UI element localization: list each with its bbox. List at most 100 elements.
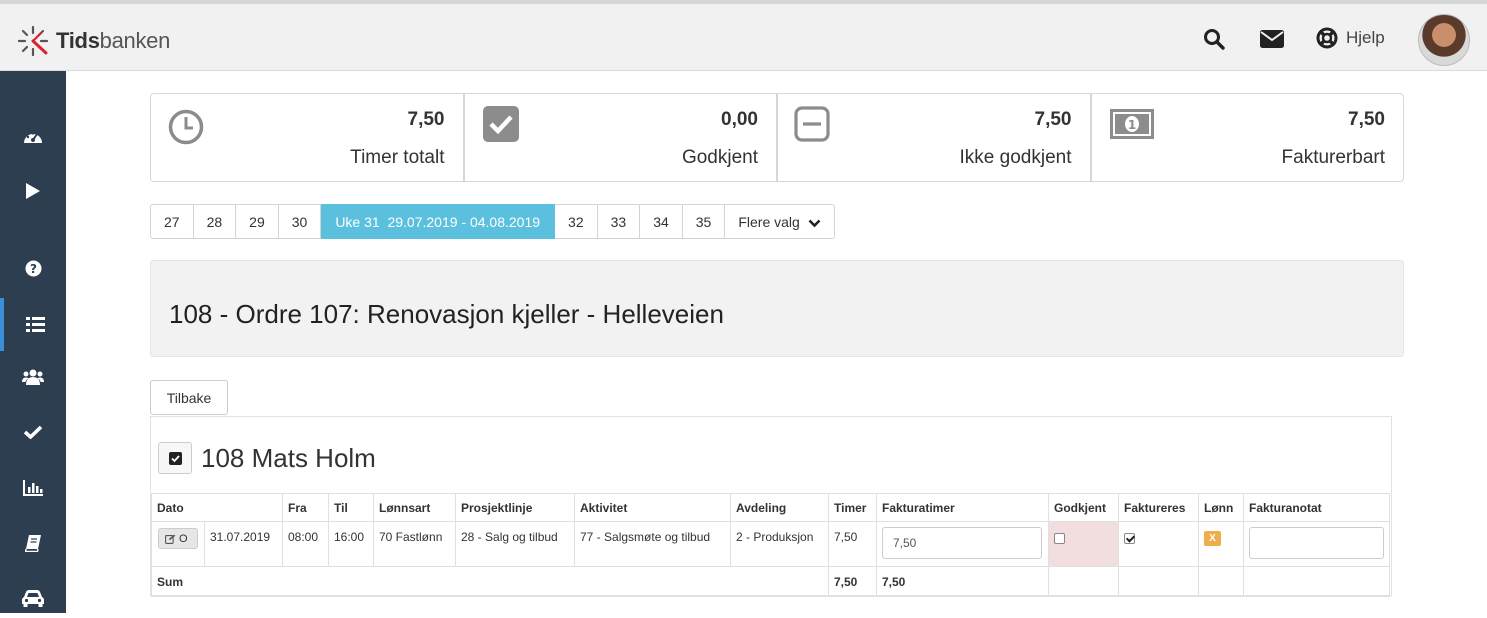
employee-panel: 108 Mats Holm Dato Fra Til Lønnsart Pros… [150,416,1392,597]
col-header[interactable]: Til [328,493,374,522]
week-button[interactable]: 35 [682,204,726,239]
edit-entry-button[interactable]: O [158,528,198,549]
salary-status-badge[interactable]: X [1204,531,1221,546]
invoiced-checkbox[interactable] [1124,533,1135,544]
list-icon [25,317,45,332]
cell-salary: X [1198,521,1244,567]
stat-value: 0,00 [721,109,758,130]
svg-text:?: ? [30,262,37,276]
week-button[interactable]: 28 [193,204,237,239]
book-icon [25,534,41,552]
help-icon: ? [25,260,41,276]
help-button[interactable]: Hjelp [1316,27,1385,49]
search-button[interactable] [1203,28,1225,55]
summary-stats: 7,50 Timer totalt 0,00 Godkjent 7,50 Ikk… [150,93,1404,182]
week-button[interactable]: 33 [597,204,641,239]
bar-chart-icon [23,480,43,496]
sidebar-item-reports[interactable] [0,468,66,508]
money-icon: 1 [1109,109,1154,139]
cell-department: 2 - Produksjon [730,521,829,567]
week-button[interactable]: 34 [640,204,683,239]
col-header[interactable]: Timer [828,493,877,522]
sum-label: Sum [151,566,829,597]
envelope-icon [1260,30,1284,48]
cell-from: 08:00 [282,521,329,567]
invoice-note-input[interactable] [1249,527,1384,559]
employee-name: 108 Mats Holm [201,442,376,473]
stat-label: Godkjent [681,147,758,168]
sum-invoice-hours: 7,50 [876,566,1049,597]
more-options-dropdown[interactable]: Flere valg [725,204,835,239]
project-banner: 108 - Ordre 107: Renovasjon kjeller - He… [150,260,1404,357]
brand-name: Tidsbanken [56,28,171,53]
week-button-active[interactable]: Uke 31 29.07.2019 - 04.08.2019 [321,204,556,239]
employee-header: 108 Mats Holm [158,442,376,474]
week-selector: 27 28 29 30 Uke 31 29.07.2019 - 04.08.20… [150,204,835,239]
svg-text:1: 1 [1127,118,1135,132]
sum-empty [1048,566,1119,597]
sidebar-item-dashboard[interactable] [0,117,66,157]
sum-empty [1118,566,1199,597]
stat-approved: 0,00 Godkjent [465,94,778,181]
brand-logo[interactable]: Tidsbanken [16,24,170,58]
user-avatar[interactable] [1418,14,1470,66]
time-entries-table: Dato Fra Til Lønnsart Prosjektlinje Akti… [151,493,1390,597]
col-header[interactable]: Prosjektlinje [455,493,575,522]
cell-invoice-hours [876,521,1049,567]
sidebar-item-logbook[interactable] [0,523,66,563]
lifebuoy-icon [1316,27,1338,49]
col-header[interactable]: Avdeling [730,493,829,522]
col-header[interactable]: Fakturanotat [1243,493,1390,522]
edit-entry-label: O [179,532,188,545]
sidebar-item-start[interactable] [0,171,66,211]
checkbox-checked-icon [168,451,182,465]
car-icon [22,589,44,607]
cell-hours: 7,50 [828,521,877,567]
week-button[interactable]: 27 [150,204,194,239]
sidebar-item-help[interactable]: ? [0,248,66,288]
search-icon [1204,29,1225,50]
minus-square-icon [794,106,830,142]
table-sum-row: Sum 7,50 7,50 [151,566,1390,597]
week-button[interactable]: 29 [236,204,279,239]
table-header-row: Dato Fra Til Lønnsart Prosjektlinje Akti… [151,493,1390,522]
col-header[interactable]: Godkjent [1048,493,1119,522]
approved-checkbox[interactable] [1054,533,1065,544]
col-header[interactable]: Lønnsart [373,493,456,522]
week-button[interactable]: 32 [555,204,598,239]
clock-icon [168,109,204,145]
users-icon [22,369,44,385]
stat-label: Ikke godkjent [959,147,1072,168]
col-header[interactable]: Dato [151,493,283,522]
top-bar: Tidsbanken Hjelp [0,0,1487,71]
cell-activity: 77 - Salgsmøte og tilbud [574,521,731,567]
sidebar-item-travel[interactable] [0,578,66,618]
invoice-hours-input[interactable] [882,527,1042,559]
stat-label: Fakturerbart [1281,147,1385,168]
check-icon [24,425,42,439]
week-button[interactable]: 30 [278,204,322,239]
cell-invoice-note [1243,521,1390,567]
select-all-button[interactable] [158,442,192,474]
col-header[interactable]: Fra [282,493,329,522]
col-header[interactable]: Fakturatimer [876,493,1049,522]
sidebar-item-projects[interactable] [0,298,66,351]
sidebar-item-approve[interactable] [0,412,66,452]
col-header[interactable]: Aktivitet [574,493,731,522]
tidsbanken-logo-icon [17,25,49,57]
help-label: Hjelp [1346,28,1385,47]
edit-icon [165,534,176,544]
sum-hours: 7,50 [828,566,877,597]
row-actions-cell: O [151,521,205,567]
col-header[interactable]: Faktureres [1118,493,1199,522]
sidebar-item-users[interactable] [0,357,66,397]
back-button[interactable]: Tilbake [150,380,228,415]
col-header[interactable]: Lønn [1198,493,1244,522]
page-title: 108 - Ordre 107: Renovasjon kjeller - He… [169,299,724,329]
messages-button[interactable] [1260,30,1284,53]
sidebar: ? [0,71,66,613]
cell-invoiced [1118,521,1199,567]
stat-value: 7,50 [1034,109,1072,130]
stat-label: Timer totalt [350,147,445,168]
play-icon [26,183,40,199]
